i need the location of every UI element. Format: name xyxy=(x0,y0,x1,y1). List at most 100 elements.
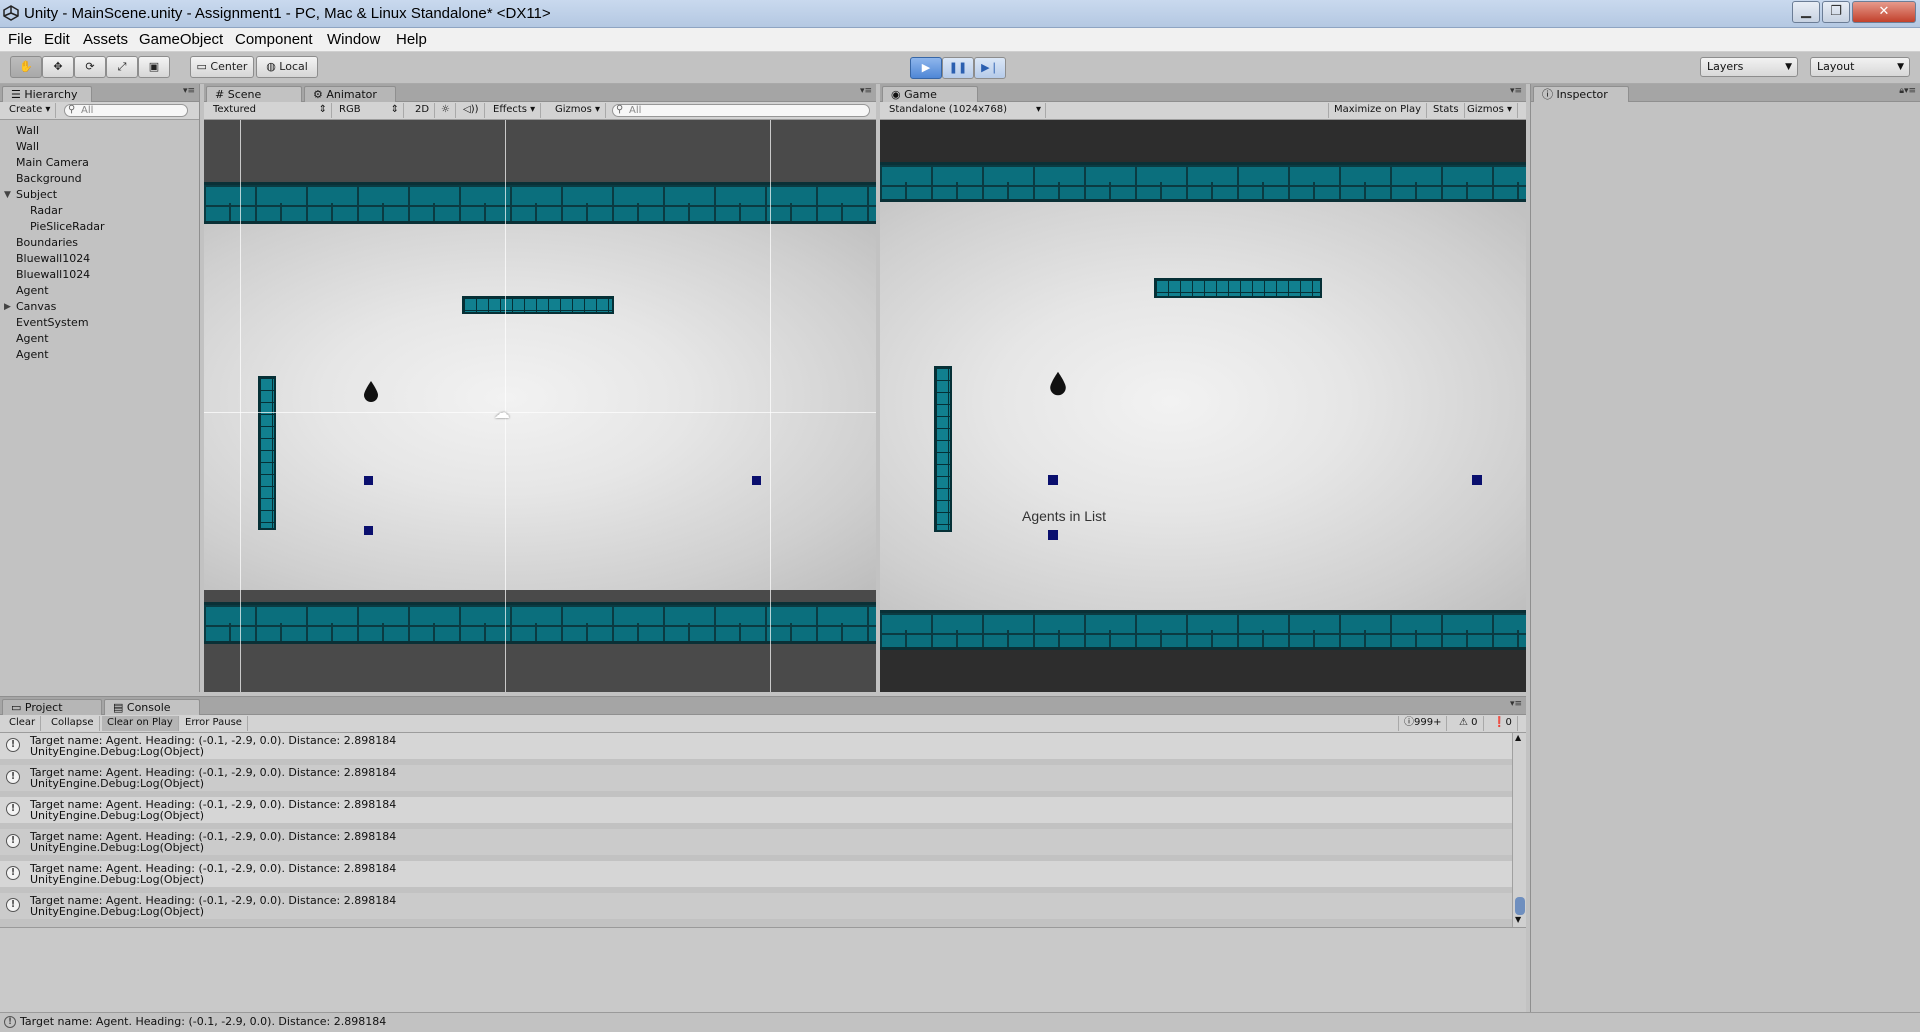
minimize-button[interactable]: ▁ xyxy=(1792,1,1820,23)
console-entry-stack: UnityEngine.Debug:Log(Object) xyxy=(30,905,205,918)
clear-on-play-toggle[interactable]: Clear on Play xyxy=(102,716,179,731)
error-filter-toggle[interactable]: ❗0 xyxy=(1488,716,1518,731)
2d-mode-toggle[interactable]: 2D xyxy=(410,103,436,118)
scrollbar-thumb[interactable] xyxy=(1515,897,1525,915)
console-scrollbar[interactable]: ▲ ▼ xyxy=(1512,733,1526,927)
agent-marker xyxy=(1472,475,1482,485)
panel-menu-icon[interactable]: ▾≡ xyxy=(1510,699,1522,709)
hierarchy-item[interactable]: Bluewall1024 xyxy=(16,268,90,281)
render-channel-dropdown[interactable]: RGB ⇕ xyxy=(334,103,404,118)
layers-dropdown[interactable]: Layers ▼ xyxy=(1700,57,1798,77)
scroll-down-icon[interactable]: ▼ xyxy=(1515,915,1521,924)
hierarchy-search-input[interactable]: ⚲ All xyxy=(64,104,188,117)
tab-project[interactable]: ▭ Project xyxy=(2,699,102,715)
tab-animator[interactable]: ⚙ Animator xyxy=(304,86,396,102)
pause-button[interactable]: ❚❚ xyxy=(942,57,974,79)
log-info-icon: ! xyxy=(6,770,20,784)
hierarchy-item[interactable]: Wall xyxy=(16,140,39,153)
menu-assets[interactable]: Assets xyxy=(83,31,128,48)
foldout-closed-icon[interactable]: ▶ xyxy=(4,302,11,312)
panel-menu-icon[interactable]: ▾≡ xyxy=(1904,86,1916,96)
hierarchy-item[interactable]: PieSliceRadar xyxy=(30,220,105,233)
hierarchy-item[interactable]: Radar xyxy=(30,204,62,217)
game-gizmos-dropdown[interactable]: Gizmos ▾ xyxy=(1462,103,1519,118)
tab-game[interactable]: ◉ Game xyxy=(882,86,978,102)
step-button[interactable]: ▶❘ xyxy=(974,57,1006,79)
resolution-label: Standalone (1024x768) xyxy=(889,104,1008,115)
tab-scene[interactable]: # Scene xyxy=(206,86,302,102)
scene-viewport[interactable]: ☁ xyxy=(204,120,876,692)
pivot-local-button[interactable]: ◍ Local xyxy=(256,56,318,78)
shading-mode-dropdown[interactable]: Textured ⇕ xyxy=(208,103,332,118)
scene-grid-line xyxy=(204,412,876,413)
console-entry[interactable]: ! Target name: Agent. Heading: (-0.1, -2.… xyxy=(0,829,1512,855)
tab-console[interactable]: ▤ Console xyxy=(104,699,200,715)
maximize-icon: ❐ xyxy=(1830,4,1842,19)
hierarchy-item[interactable]: Main Camera xyxy=(16,156,89,169)
scene-search-placeholder: All xyxy=(629,105,642,116)
vertical-brick-barrier xyxy=(934,366,952,532)
scene-audio-toggle[interactable]: ◁)) xyxy=(458,103,485,118)
menu-gameobject[interactable]: GameObject xyxy=(139,31,223,48)
hierarchy-item[interactable]: Wall xyxy=(16,124,39,137)
scroll-up-icon[interactable]: ▲ xyxy=(1515,733,1521,742)
console-entry[interactable]: ! Target name: Agent. Heading: (-0.1, -2.… xyxy=(0,893,1512,919)
game-tab-label: Game xyxy=(904,88,937,101)
log-info-icon: ! xyxy=(6,898,20,912)
console-entry[interactable]: ! Target name: Agent. Heading: (-0.1, -2.… xyxy=(0,733,1512,759)
tab-inspector[interactable]: ⓘ Inspector xyxy=(1533,86,1629,102)
panel-menu-icon[interactable]: ▾≡ xyxy=(183,86,195,96)
foldout-open-icon[interactable]: ▼ xyxy=(4,190,11,200)
console-detail-area[interactable] xyxy=(0,927,1526,1013)
console-entry[interactable]: ! Target name: Agent. Heading: (-0.1, -2.… xyxy=(0,765,1512,791)
status-message[interactable]: Target name: Agent. Heading: (-0.1, -2.9… xyxy=(20,1013,386,1031)
resolution-dropdown[interactable]: Standalone (1024x768) ▾ xyxy=(884,103,1046,118)
menu-file[interactable]: File xyxy=(8,31,32,48)
layout-dropdown[interactable]: Layout ▼ xyxy=(1810,57,1910,77)
hierarchy-item[interactable]: Background xyxy=(16,172,82,185)
scale-tool-button[interactable]: ⤢ xyxy=(106,56,138,78)
menu-window[interactable]: Window xyxy=(327,31,380,48)
log-filter-toggle[interactable]: ⓘ999+ xyxy=(1398,716,1448,731)
clear-button[interactable]: Clear xyxy=(4,716,42,731)
step-icon: ▶❘ xyxy=(981,61,999,74)
pivot-center-button[interactable]: ▭ Center xyxy=(190,56,254,78)
hand-tool-button[interactable]: ✋ xyxy=(10,56,42,78)
log-info-icon: ! xyxy=(4,1016,16,1028)
maximize-on-play-toggle[interactable]: Maximize on Play xyxy=(1328,103,1428,118)
scene-search-input[interactable]: ⚲ All xyxy=(612,104,870,117)
console-entry[interactable]: ! Target name: Agent. Heading: (-0.1, -2.… xyxy=(0,861,1512,887)
rect-tool-button[interactable]: ▣ xyxy=(138,56,170,78)
menu-component[interactable]: Component xyxy=(235,31,313,48)
panel-menu-icon[interactable]: ▾≡ xyxy=(1510,86,1522,96)
hierarchy-item[interactable]: Agent xyxy=(16,284,49,297)
panel-menu-icon[interactable]: ▾≡ xyxy=(860,86,872,96)
hierarchy-item[interactable]: Boundaries xyxy=(16,236,78,249)
collapse-toggle[interactable]: Collapse xyxy=(46,716,100,731)
maximize-button[interactable]: ❐ xyxy=(1822,1,1850,23)
hierarchy-item[interactable]: Agent xyxy=(16,332,49,345)
warning-filter-toggle[interactable]: ⚠ 0 xyxy=(1454,716,1484,731)
menu-edit[interactable]: Edit xyxy=(44,31,70,48)
move-tool-button[interactable]: ✥ xyxy=(42,56,74,78)
hierarchy-item[interactable]: Subject xyxy=(16,188,57,201)
scene-lighting-toggle[interactable]: ☼ xyxy=(436,103,456,118)
error-pause-toggle[interactable]: Error Pause xyxy=(180,716,248,731)
console-entry[interactable]: ! Target name: Agent. Heading: (-0.1, -2.… xyxy=(0,797,1512,823)
scale-icon: ⤢ xyxy=(117,60,127,73)
clear-on-play-label: Clear on Play xyxy=(107,717,173,728)
effects-dropdown[interactable]: Effects ▾ xyxy=(488,103,542,118)
hierarchy-item[interactable]: Agent xyxy=(16,348,49,361)
play-button[interactable]: ▶ xyxy=(910,57,942,79)
hierarchy-item[interactable]: Bluewall1024 xyxy=(16,252,90,265)
menu-help[interactable]: Help xyxy=(396,31,427,48)
scene-gizmos-dropdown[interactable]: Gizmos ▾ xyxy=(550,103,607,118)
game-viewport[interactable]: Agents in List xyxy=(880,120,1526,692)
hierarchy-item[interactable]: Canvas xyxy=(16,300,56,313)
create-dropdown[interactable]: Create ▾ xyxy=(4,103,57,118)
stats-toggle[interactable]: Stats xyxy=(1428,103,1465,118)
hierarchy-item[interactable]: EventSystem xyxy=(16,316,89,329)
tab-hierarchy[interactable]: ☰ Hierarchy xyxy=(2,86,92,102)
rotate-tool-button[interactable]: ⟳ xyxy=(74,56,106,78)
close-button[interactable]: ✕ xyxy=(1852,1,1916,23)
